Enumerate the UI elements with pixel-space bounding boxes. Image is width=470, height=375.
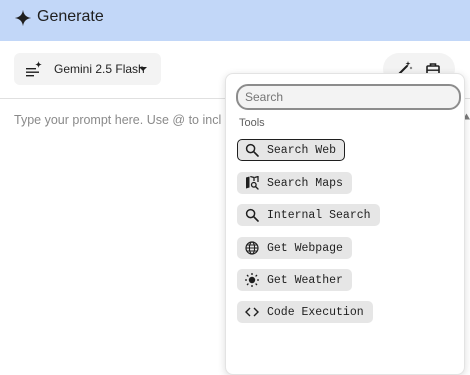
caret-down-icon — [139, 67, 147, 71]
search-icon — [245, 143, 259, 157]
tune-sparkle-icon — [26, 61, 42, 77]
tool-chip-label: Internal Search — [267, 208, 371, 222]
app-header: Generate — [0, 0, 470, 41]
model-selector-label: Gemini 2.5 Flash — [54, 62, 145, 76]
tool-chip-label: Get Weather — [267, 273, 343, 287]
tool-chip-get-webpage[interactable]: Get Webpage — [237, 237, 352, 259]
sparkle-icon — [14, 9, 32, 27]
tool-chip-code-execution[interactable]: Code Execution — [237, 301, 373, 323]
globe-icon — [245, 241, 259, 255]
tool-chip-label: Get Webpage — [267, 241, 343, 255]
map-search-icon — [246, 176, 259, 190]
tool-chip-label: Code Execution — [267, 305, 364, 319]
page-title: Generate — [37, 8, 104, 25]
tools-section-label: Tools — [239, 117, 265, 127]
tool-chip-internal-search[interactable]: Internal Search — [237, 204, 380, 226]
tool-chip-search-maps[interactable]: Search Maps — [237, 172, 352, 194]
sun-icon — [245, 273, 259, 287]
prompt-input[interactable]: Type your prompt here. Use @ to incl — [14, 112, 221, 128]
tools-search-input[interactable] — [236, 84, 461, 110]
tool-chip-label: Search Maps — [267, 176, 343, 190]
search-icon — [245, 208, 259, 222]
tool-chip-label: Search Web — [267, 143, 337, 157]
tool-chip-get-weather[interactable]: Get Weather — [237, 269, 352, 291]
code-icon — [245, 307, 259, 317]
tools-dropdown: Tools Search Web Search Maps Internal Se… — [225, 73, 465, 375]
model-selector-button[interactable]: Gemini 2.5 Flash — [14, 53, 161, 85]
tool-chip-search-web[interactable]: Search Web — [237, 139, 346, 161]
